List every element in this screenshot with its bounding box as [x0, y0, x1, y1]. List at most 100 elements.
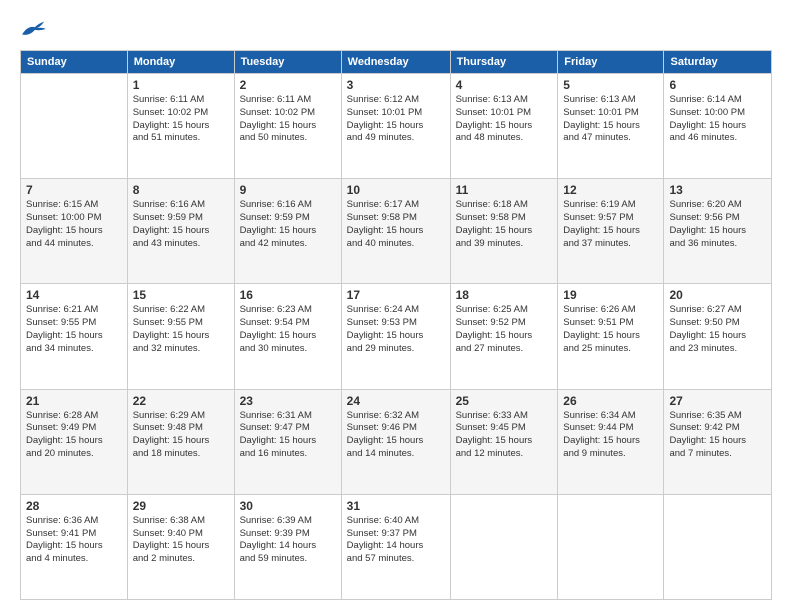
calendar-cell: 7Sunrise: 6:15 AM Sunset: 10:00 PM Dayli…	[21, 179, 128, 284]
day-info: Sunrise: 6:28 AM Sunset: 9:49 PM Dayligh…	[26, 410, 122, 461]
day-info: Sunrise: 6:16 AM Sunset: 9:59 PM Dayligh…	[240, 199, 336, 250]
day-info: Sunrise: 6:31 AM Sunset: 9:47 PM Dayligh…	[240, 410, 336, 461]
day-info: Sunrise: 6:38 AM Sunset: 9:40 PM Dayligh…	[133, 515, 229, 566]
day-number: 5	[563, 78, 658, 92]
day-info: Sunrise: 6:16 AM Sunset: 9:59 PM Dayligh…	[133, 199, 229, 250]
calendar-cell: 3 Sunrise: 6:12 AM Sunset: 10:01 PM Dayli…	[341, 74, 450, 179]
calendar-week-5: 28 Sunrise: 6:36 AM Sunset: 9:41 PM Dayli…	[21, 494, 772, 599]
calendar-cell: 19Sunrise: 6:26 AM Sunset: 9:51 PM Dayli…	[558, 284, 664, 389]
calendar-cell: 8 Sunrise: 6:16 AM Sunset: 9:59 PM Daylig…	[127, 179, 234, 284]
calendar-cell: 14 Sunrise: 6:21 AM Sunset: 9:55 PM Dayli…	[21, 284, 128, 389]
day-number: 23	[240, 394, 336, 408]
day-info: Sunrise: 6:35 AM Sunset: 9:42 PM Dayligh…	[669, 410, 766, 461]
calendar-table: SundayMondayTuesdayWednesdayThursdayFrid…	[20, 50, 772, 600]
calendar-cell: 16 Sunrise: 6:23 AM Sunset: 9:54 PM Dayli…	[234, 284, 341, 389]
day-info: Sunrise: 6:34 AM Sunset: 9:44 PM Dayligh…	[563, 410, 658, 461]
calendar-cell: 17 Sunrise: 6:24 AM Sunset: 9:53 PM Dayli…	[341, 284, 450, 389]
calendar-cell: 31 Sunrise: 6:40 AM Sunset: 9:37 PM Dayli…	[341, 494, 450, 599]
day-number: 21	[26, 394, 122, 408]
calendar-week-4: 21 Sunrise: 6:28 AM Sunset: 9:49 PM Dayli…	[21, 389, 772, 494]
calendar-cell: 25 Sunrise: 6:33 AM Sunset: 9:45 PM Dayli…	[450, 389, 558, 494]
calendar-cell: 21 Sunrise: 6:28 AM Sunset: 9:49 PM Dayli…	[21, 389, 128, 494]
day-number: 15	[133, 288, 229, 302]
calendar-cell: 9 Sunrise: 6:16 AM Sunset: 9:59 PM Daylig…	[234, 179, 341, 284]
calendar-cell: 22 Sunrise: 6:29 AM Sunset: 9:48 PM Dayli…	[127, 389, 234, 494]
calendar-page: SundayMondayTuesdayWednesdayThursdayFrid…	[0, 0, 792, 612]
calendar-cell: 5 Sunrise: 6:13 AM Sunset: 10:01 PM Dayli…	[558, 74, 664, 179]
day-number: 31	[347, 499, 445, 513]
calendar-cell: 30 Sunrise: 6:39 AM Sunset: 9:39 PM Dayli…	[234, 494, 341, 599]
day-number: 10	[347, 183, 445, 197]
calendar-cell	[558, 494, 664, 599]
day-number: 27	[669, 394, 766, 408]
calendar-cell: 26 Sunrise: 6:34 AM Sunset: 9:44 PM Dayli…	[558, 389, 664, 494]
header-day-thursday: Thursday	[450, 51, 558, 74]
day-info: Sunrise: 6:18 AM Sunset: 9:58 PM Dayligh…	[456, 199, 553, 250]
day-number: 17	[347, 288, 445, 302]
day-number: 14	[26, 288, 122, 302]
day-number: 28	[26, 499, 122, 513]
day-info: Sunrise: 6:21 AM Sunset: 9:55 PM Dayligh…	[26, 304, 122, 355]
day-number: 26	[563, 394, 658, 408]
day-info: Sunrise: 6:12 AM Sunset: 10:01 PM Daylig…	[347, 94, 445, 145]
day-info: Sunrise: 6:22 AM Sunset: 9:55 PM Dayligh…	[133, 304, 229, 355]
calendar-header-row: SundayMondayTuesdayWednesdayThursdayFrid…	[21, 51, 772, 74]
day-number: 16	[240, 288, 336, 302]
calendar-cell: 20 Sunrise: 6:27 AM Sunset: 9:50 PM Dayli…	[664, 284, 772, 389]
calendar-cell: 13 Sunrise: 6:20 AM Sunset: 9:56 PM Dayli…	[664, 179, 772, 284]
calendar-cell: 11 Sunrise: 6:18 AM Sunset: 9:58 PM Dayli…	[450, 179, 558, 284]
day-number: 12	[563, 183, 658, 197]
header	[20, 18, 772, 40]
day-info: Sunrise: 6:20 AM Sunset: 9:56 PM Dayligh…	[669, 199, 766, 250]
day-info: Sunrise: 6:39 AM Sunset: 9:39 PM Dayligh…	[240, 515, 336, 566]
calendar-cell: 1Sunrise: 6:11 AM Sunset: 10:02 PM Dayli…	[127, 74, 234, 179]
calendar-cell: 29Sunrise: 6:38 AM Sunset: 9:40 PM Dayli…	[127, 494, 234, 599]
day-info: Sunrise: 6:13 AM Sunset: 10:01 PM Daylig…	[563, 94, 658, 145]
day-number: 3	[347, 78, 445, 92]
day-info: Sunrise: 6:33 AM Sunset: 9:45 PM Dayligh…	[456, 410, 553, 461]
calendar-cell	[21, 74, 128, 179]
day-info: Sunrise: 6:32 AM Sunset: 9:46 PM Dayligh…	[347, 410, 445, 461]
day-info: Sunrise: 6:23 AM Sunset: 9:54 PM Dayligh…	[240, 304, 336, 355]
calendar-week-3: 14 Sunrise: 6:21 AM Sunset: 9:55 PM Dayli…	[21, 284, 772, 389]
calendar-cell: 24 Sunrise: 6:32 AM Sunset: 9:46 PM Dayli…	[341, 389, 450, 494]
calendar-cell: 15 Sunrise: 6:22 AM Sunset: 9:55 PM Dayli…	[127, 284, 234, 389]
day-number: 13	[669, 183, 766, 197]
day-number: 19	[563, 288, 658, 302]
day-number: 7	[26, 183, 122, 197]
day-number: 30	[240, 499, 336, 513]
day-number: 1	[133, 78, 229, 92]
header-day-monday: Monday	[127, 51, 234, 74]
calendar-cell: 18Sunrise: 6:25 AM Sunset: 9:52 PM Dayli…	[450, 284, 558, 389]
day-number: 6	[669, 78, 766, 92]
calendar-week-2: 7Sunrise: 6:15 AM Sunset: 10:00 PM Dayli…	[21, 179, 772, 284]
day-number: 20	[669, 288, 766, 302]
day-number: 22	[133, 394, 229, 408]
day-number: 11	[456, 183, 553, 197]
day-info: Sunrise: 6:11 AM Sunset: 10:02 PM Daylig…	[240, 94, 336, 145]
day-number: 24	[347, 394, 445, 408]
day-info: Sunrise: 6:36 AM Sunset: 9:41 PM Dayligh…	[26, 515, 122, 566]
day-number: 25	[456, 394, 553, 408]
logo	[20, 18, 52, 40]
calendar-cell: 6 Sunrise: 6:14 AM Sunset: 10:00 PM Dayli…	[664, 74, 772, 179]
calendar-cell	[450, 494, 558, 599]
day-number: 8	[133, 183, 229, 197]
calendar-body: 1 Sunrise: 6:11 AM Sunset: 10:02 PM Dayli…	[21, 74, 772, 600]
calendar-cell: 4Sunrise: 6:13 AM Sunset: 10:01 PM Dayli…	[450, 74, 558, 179]
calendar-cell: 12Sunrise: 6:19 AM Sunset: 9:57 PM Dayli…	[558, 179, 664, 284]
calendar-cell: 23 Sunrise: 6:31 AM Sunset: 9:47 PM Dayli…	[234, 389, 341, 494]
day-info: Sunrise: 6:40 AM Sunset: 9:37 PM Dayligh…	[347, 515, 445, 566]
calendar-cell: 10 Sunrise: 6:17 AM Sunset: 9:58 PM Dayli…	[341, 179, 450, 284]
day-info: Sunrise: 6:24 AM Sunset: 9:53 PM Dayligh…	[347, 304, 445, 355]
day-info: Sunrise: 6:17 AM Sunset: 9:58 PM Dayligh…	[347, 199, 445, 250]
day-number: 18	[456, 288, 553, 302]
day-info: Sunrise: 6:27 AM Sunset: 9:50 PM Dayligh…	[669, 304, 766, 355]
calendar-week-1: 1 Sunrise: 6:11 AM Sunset: 10:02 PM Dayli…	[21, 74, 772, 179]
day-number: 2	[240, 78, 336, 92]
day-info: Sunrise: 6:29 AM Sunset: 9:48 PM Dayligh…	[133, 410, 229, 461]
day-number: 9	[240, 183, 336, 197]
logo-icon	[20, 18, 48, 40]
day-info: Sunrise: 6:14 AM Sunset: 10:00 PM Daylig…	[669, 94, 766, 145]
header-day-sunday: Sunday	[21, 51, 128, 74]
